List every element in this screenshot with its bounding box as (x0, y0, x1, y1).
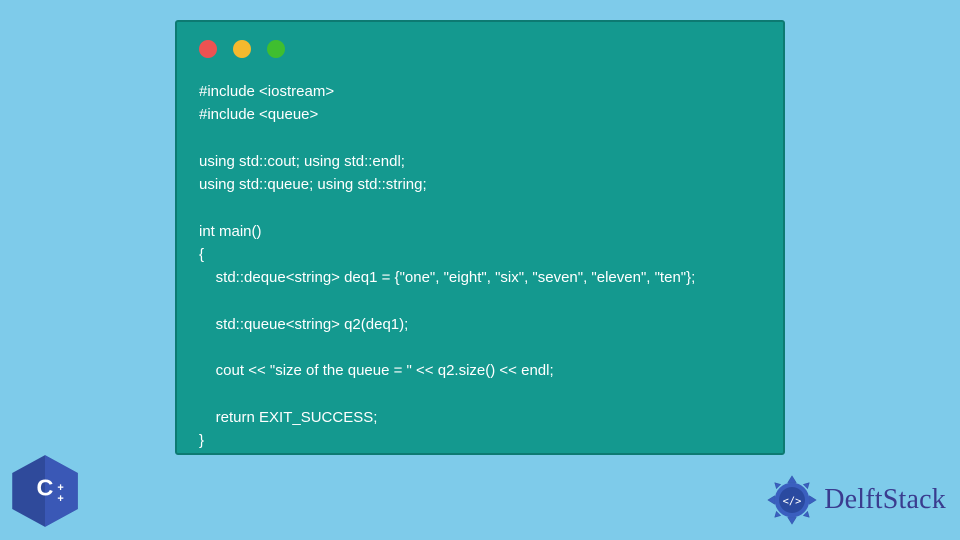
brand-name: DelftStack (824, 484, 946, 516)
code-block: #include <iostream> #include <queue> usi… (199, 80, 761, 452)
minimize-icon (233, 40, 251, 58)
svg-text:C: C (37, 475, 54, 501)
svg-text:+: + (57, 493, 63, 505)
code-window: #include <iostream> #include <queue> usi… (175, 20, 785, 455)
cpp-badge-icon: C + + (6, 452, 84, 530)
close-icon (199, 40, 217, 58)
brand-logo: </> DelftStack (766, 474, 946, 526)
maximize-icon (267, 40, 285, 58)
window-traffic-lights (199, 40, 761, 58)
svg-text:</>: </> (783, 495, 802, 507)
gear-badge-icon: </> (766, 474, 818, 526)
